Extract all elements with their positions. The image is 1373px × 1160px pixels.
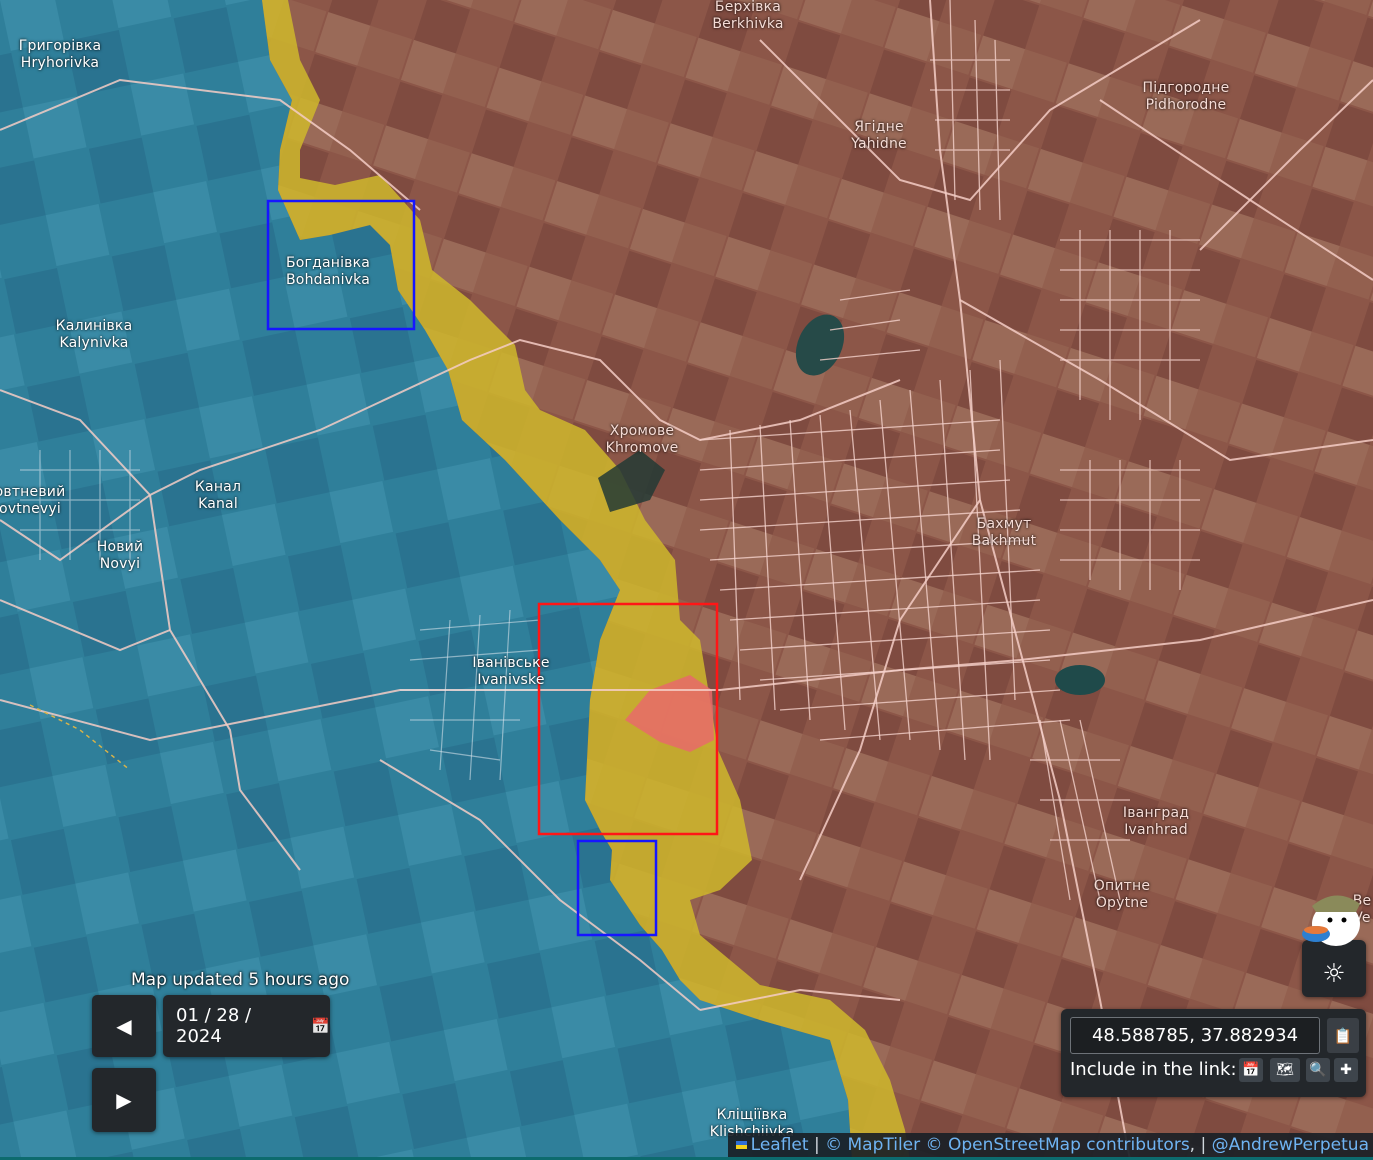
separator: , | (1189, 1135, 1212, 1155)
place-label-ivanhrad: Іванград Ivanhrad (1122, 805, 1190, 838)
date-value: 01 / 28 / 2024 (176, 1005, 252, 1047)
clipboard-icon[interactable]: 📋 (1327, 1018, 1359, 1053)
place-label-kalynivka: Калинівка Kalynivka (55, 318, 133, 351)
map-icon[interactable]: 🗺 (1270, 1058, 1300, 1082)
osm-link[interactable]: © OpenStreetMap contributors (926, 1135, 1190, 1155)
calendar-icon[interactable]: 📅 (1239, 1058, 1263, 1082)
place-label-kanal: Канал Kanal (194, 479, 242, 512)
date-input[interactable]: 01 / 28 / 2024 📅 (163, 995, 330, 1057)
include-link-label: Include in the link: (1070, 1059, 1237, 1080)
layers-button[interactable]: ☼ (1302, 940, 1366, 997)
place-label-khromove: Хромове Khromove (605, 423, 679, 456)
place-label-berkhivka: Берхівка Berkhivka (712, 0, 784, 32)
previous-date-button[interactable]: ◀ (92, 995, 156, 1057)
sun-icon: ☼ (1322, 959, 1346, 989)
mascot-icon (1302, 895, 1360, 946)
place-label-zhovtnevyi: овтневий ovtnevyi (0, 484, 66, 517)
place-label-bohdanivka: Богданівка Bohdanivka (285, 255, 371, 288)
coordinate-panel: 48.588785, 37.882934 📋 Include in the li… (1061, 1009, 1366, 1097)
next-date-button[interactable]: ▶ (92, 1068, 156, 1132)
place-label-hryhorivka: Григорівка Hryhorivka (18, 38, 102, 71)
place-label-yahidne: Ягідне Yahidne (851, 119, 907, 152)
author-link[interactable]: @AndrewPerpetua (1212, 1135, 1369, 1155)
coordinates-field[interactable]: 48.588785, 37.882934 (1070, 1017, 1320, 1054)
place-label-pidhorodne: Підгородне Pidhorodne (1142, 80, 1230, 113)
leaflet-link[interactable]: Leaflet (751, 1135, 809, 1155)
zoom-icon[interactable]: 🔍 (1306, 1058, 1330, 1082)
place-label-novyi: Новий Novyi (96, 539, 144, 572)
attribution-bar: Leaflet | © MapTiler © OpenStreetMap con… (727, 1133, 1373, 1158)
place-label-opytne: Опитне Opytne (1093, 878, 1151, 911)
pond (1055, 665, 1105, 695)
place-label-ivanivske: Іванівське Ivanivske (472, 655, 550, 688)
place-label-bakhmut: Бахмут Bakhmut (971, 516, 1037, 549)
crosshair-icon[interactable]: ✚ (1334, 1058, 1358, 1082)
ukraine-flag-icon (735, 1141, 747, 1149)
separator: | (813, 1135, 826, 1155)
play-right-icon: ▶ (116, 1088, 132, 1112)
maptiler-link[interactable]: © MapTiler (825, 1135, 920, 1155)
calendar-icon[interactable]: 📅 (311, 1017, 330, 1035)
map-updated-text: Map updated 5 hours ago (131, 970, 350, 990)
play-left-icon: ◀ (116, 1014, 132, 1038)
